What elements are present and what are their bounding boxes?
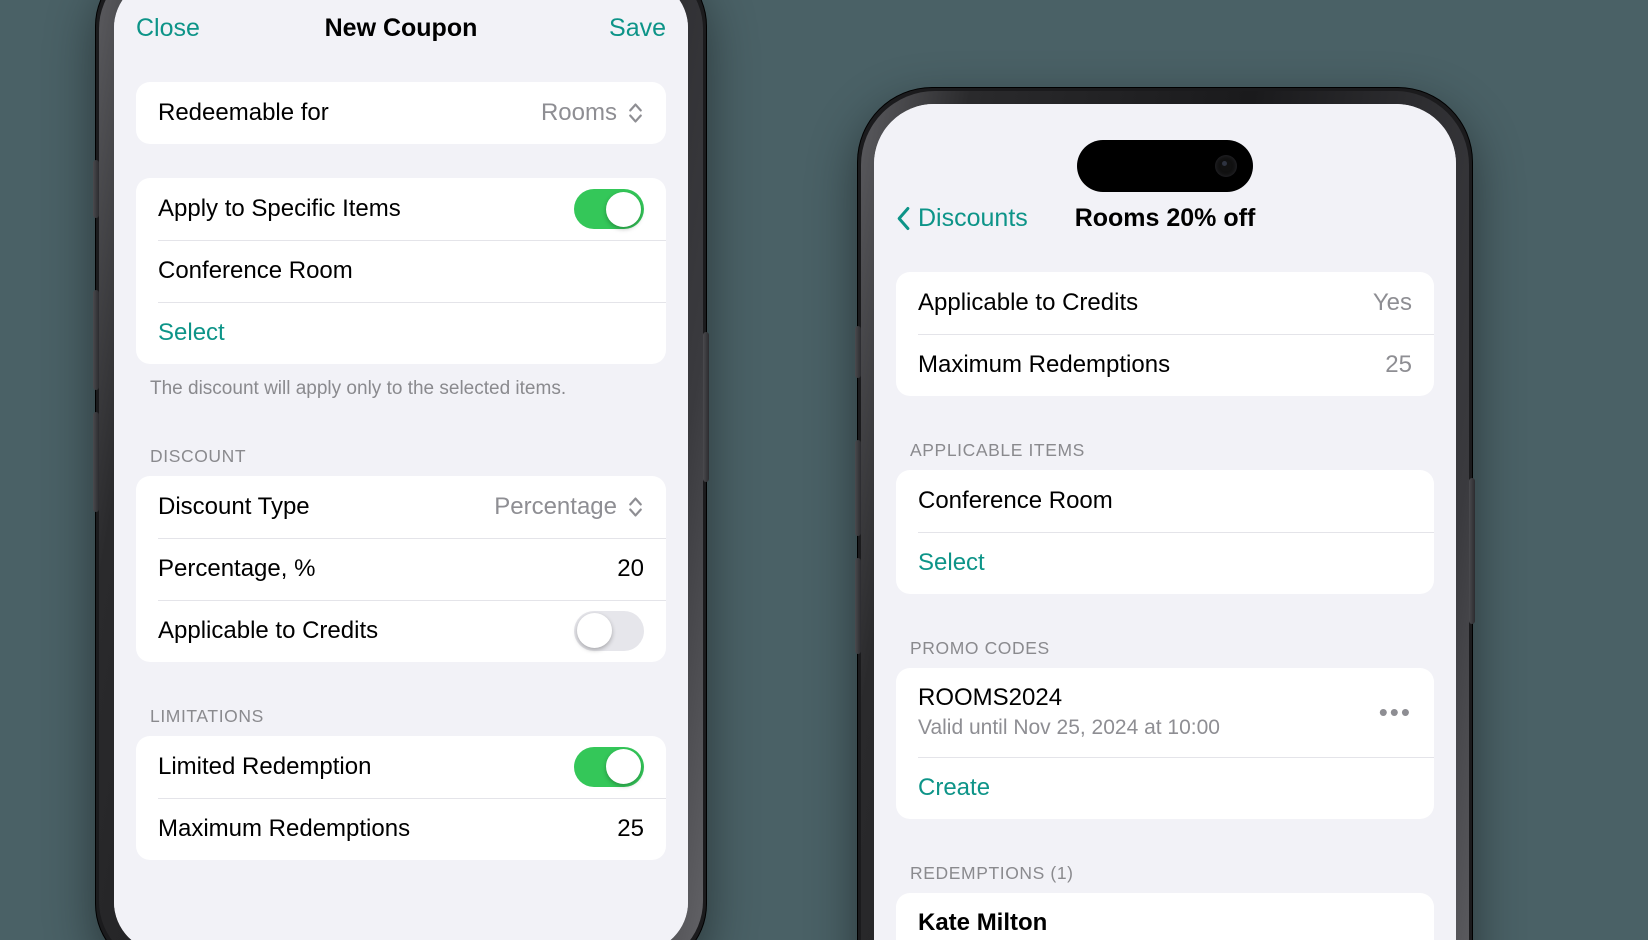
redemption-text-wrap: Kate Milton Conference Room (918, 908, 1088, 940)
promo-code-row[interactable]: ROOMS2024 Valid until Nov 25, 2024 at 10… (896, 668, 1434, 757)
left-phone-screen: Close New Coupon Save Redeemable for Roo… (114, 0, 688, 940)
limitations-section-header: LIMITATIONS (150, 705, 264, 726)
apply-specific-items-toggle[interactable] (574, 189, 644, 229)
applicable-credits-label: Applicable to Credits (918, 289, 1139, 316)
redemptions-section-header: REDEMPTIONS (1) (910, 862, 1074, 883)
selected-item-row[interactable]: Conference Room (136, 240, 666, 302)
promo-code-value: ROOMS2024 (918, 684, 1063, 711)
maximum-redemptions-row[interactable]: Maximum Redemptions 25 (136, 797, 666, 860)
applicable-items-card: Conference Room Select (896, 470, 1434, 594)
limited-redemption-label: Limited Redemption (158, 752, 372, 780)
discount-type-label: Discount Type (158, 492, 310, 520)
maximum-redemptions-label: Maximum Redemptions (918, 351, 1171, 378)
applicable-item-label: Conference Room (918, 487, 1113, 514)
select-link[interactable]: Select (918, 549, 985, 577)
discount-type-value-wrap: Percentage (494, 493, 644, 521)
back-to-discounts-button[interactable]: Discounts (896, 204, 1028, 233)
maximum-redemptions-label: Maximum Redemptions (158, 814, 411, 842)
action-button[interactable] (93, 160, 99, 218)
applicable-item-row[interactable]: Conference Room (896, 470, 1434, 532)
power-button[interactable] (1469, 478, 1475, 624)
specific-items-footnote: The discount will apply only to the sele… (150, 378, 567, 399)
redeemable-for-row[interactable]: Redeemable for Rooms (136, 82, 666, 144)
percentage-value[interactable]: 20 (617, 555, 644, 583)
toggle-knob (606, 749, 641, 785)
volume-down-button[interactable] (93, 412, 99, 512)
more-options-icon[interactable]: ••• (1379, 697, 1412, 728)
applicable-credits-row[interactable]: Applicable to Credits Yes (896, 272, 1434, 334)
left-navbar: Close New Coupon Save (114, 0, 688, 56)
dynamic-island (1077, 140, 1253, 192)
limitations-card: Limited Redemption Maximum Redemptions 2… (136, 735, 666, 860)
left-phone-mockup: Close New Coupon Save Redeemable for Roo… (93, 0, 709, 940)
discount-type-value: Percentage (494, 492, 617, 520)
close-button[interactable]: Close (136, 14, 200, 43)
applicable-credits-row[interactable]: Applicable to Credits (136, 599, 666, 662)
select-items-row[interactable]: Select (896, 532, 1434, 594)
discount-detail-page: Discounts Rooms 20% off Applicable to Cr… (874, 104, 1456, 940)
toggle-knob (606, 191, 641, 227)
applicable-credits-label: Applicable to Credits (158, 616, 379, 644)
chevron-left-icon (897, 206, 910, 230)
redeemable-for-value-wrap: Rooms (541, 99, 644, 127)
percentage-row[interactable]: Percentage, % 20 (136, 537, 666, 600)
page-title: New Coupon (324, 13, 478, 42)
action-button[interactable] (855, 326, 861, 378)
selected-item-label: Conference Room (158, 257, 353, 284)
promo-codes-card: ROOMS2024 Valid until Nov 25, 2024 at 10… (896, 668, 1434, 819)
redemptions-card: Kate Milton Conference Room (896, 892, 1434, 940)
redeemable-for-value: Rooms (540, 99, 617, 126)
maximum-redemptions-value[interactable]: 25 (617, 815, 644, 843)
back-label: Discounts (918, 203, 1028, 232)
toggle-knob (576, 613, 612, 649)
chevron-up-down-icon (629, 103, 642, 123)
redemption-person-name: Kate Milton (918, 908, 1048, 936)
new-coupon-page: Close New Coupon Save Redeemable for Roo… (114, 0, 688, 940)
volume-up-button[interactable] (93, 290, 99, 390)
right-navbar: Discounts Rooms 20% off (874, 190, 1456, 246)
select-items-row[interactable]: Select (136, 302, 666, 364)
discount-type-row[interactable]: Discount Type Percentage (136, 476, 666, 538)
create-link[interactable]: Create (918, 774, 990, 802)
save-button[interactable]: Save (609, 14, 666, 43)
specific-items-card: Apply to Specific Items Conference Room … (136, 178, 666, 364)
percentage-label: Percentage, % (158, 554, 316, 582)
apply-specific-items-row[interactable]: Apply to Specific Items (136, 178, 666, 240)
volume-up-button[interactable] (855, 440, 861, 536)
right-phone-screen: Discounts Rooms 20% off Applicable to Cr… (874, 104, 1456, 940)
promo-code-validity: Valid until Nov 25, 2024 at 10:00 (918, 716, 1220, 740)
discount-section-header: DISCOUNT (150, 445, 247, 466)
volume-down-button[interactable] (855, 558, 861, 654)
limited-redemption-row[interactable]: Limited Redemption (136, 736, 666, 798)
applicable-credits-value: Yes (1372, 289, 1412, 316)
applicable-credits-toggle[interactable] (574, 610, 644, 651)
chevron-up-down-icon (629, 497, 642, 517)
front-camera-icon (1215, 155, 1237, 177)
power-button[interactable] (703, 332, 709, 482)
discount-card: Discount Type Percentage Percentage, % 2… (136, 475, 666, 662)
right-phone-mockup: Discounts Rooms 20% off Applicable to Cr… (855, 88, 1475, 940)
select-link[interactable]: Select (158, 319, 225, 347)
limited-redemption-toggle[interactable] (574, 746, 644, 787)
redeemable-card: Redeemable for Rooms (136, 82, 666, 144)
create-promo-code-row[interactable]: Create (896, 756, 1434, 819)
maximum-redemptions-value: 25 (1385, 351, 1412, 378)
applicable-items-section-header: APPLICABLE ITEMS (910, 440, 1085, 460)
apply-specific-items-label: Apply to Specific Items (158, 195, 401, 222)
redemption-row[interactable]: Kate Milton Conference Room (896, 893, 1434, 940)
promo-codes-section-header: PROMO CODES (910, 638, 1050, 658)
redeemable-for-label: Redeemable for (158, 99, 329, 126)
promo-code-text-wrap: ROOMS2024 Valid until Nov 25, 2024 at 10… (918, 683, 1220, 742)
screenshot-stage: Close New Coupon Save Redeemable for Roo… (0, 0, 1648, 940)
summary-card: Applicable to Credits Yes Maximum Redemp… (896, 272, 1434, 396)
maximum-redemptions-row[interactable]: Maximum Redemptions 25 (896, 334, 1434, 396)
